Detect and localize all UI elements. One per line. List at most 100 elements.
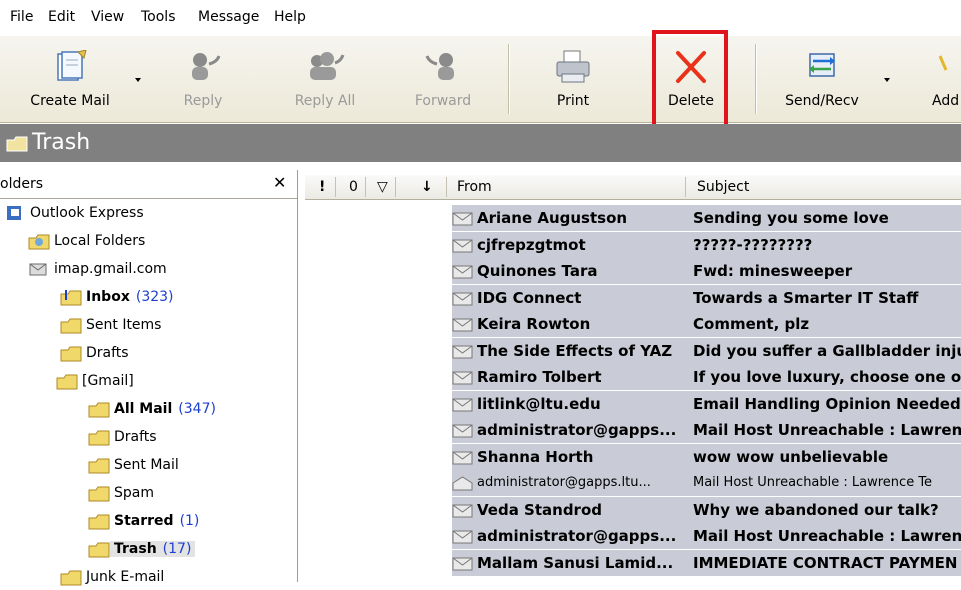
folder-label: Outlook Express <box>30 205 144 221</box>
column-divider[interactable] <box>365 177 366 197</box>
message-from: litlink@ltu.edu <box>477 394 601 413</box>
folder-label: Inbox (323) <box>86 289 174 305</box>
message-subject: Email Handling Opinion Needed <box>693 394 961 413</box>
reply-icon <box>192 53 221 80</box>
reply-label: Reply <box>183 93 223 109</box>
message-list: ! 0 ▽ ↓ From Subject Ariane Augustson Sen… <box>305 170 961 582</box>
menu-view[interactable]: View <box>91 9 124 25</box>
menu-edit[interactable]: Edit <box>48 9 75 25</box>
folder-label: Junk E-mail <box>86 569 165 585</box>
reply-button[interactable]: Reply <box>168 36 238 122</box>
toolbar-separator <box>508 44 510 114</box>
menu-help[interactable]: Help <box>274 9 306 25</box>
unread-envelope-icon <box>452 345 473 358</box>
message-from: Quinones Tara <box>477 262 598 280</box>
message-from: Keira Rowton <box>477 315 591 333</box>
unread-envelope-icon <box>452 265 473 279</box>
send-receive-dropdown-icon[interactable] <box>884 78 890 82</box>
sort-column[interactable]: ↓ <box>421 179 433 195</box>
unread-envelope-icon <box>452 424 473 438</box>
trash-folder-icon <box>6 136 28 152</box>
column-divider[interactable] <box>395 177 396 197</box>
message-subject: Mail Host Unreachable : Lawrence Te <box>693 475 933 490</box>
message-row[interactable]: The Side Effects of YAZ Did you suffer a … <box>452 337 961 364</box>
message-subject: Mail Host Unreachable : Lawren <box>693 527 961 545</box>
read-envelope-icon <box>452 476 473 491</box>
menu-message[interactable]: Message <box>198 9 259 25</box>
menu-tools[interactable]: Tools <box>141 9 176 25</box>
outlook-express-icon <box>7 206 21 220</box>
local-folders-icon <box>28 234 50 250</box>
page-title: Trash <box>32 130 91 155</box>
message-from: Veda Standrod <box>477 500 602 519</box>
folder-icon <box>60 318 82 334</box>
message-row[interactable]: Veda Standrod Why we abandoned our talk? <box>452 496 961 523</box>
message-subject: Comment, plz <box>693 315 810 333</box>
folder-label: Local Folders <box>54 233 146 249</box>
unread-envelope-icon <box>452 212 473 226</box>
folder-label: Starred (1) <box>114 513 200 529</box>
send-receive-button[interactable]: Send/Recv <box>776 36 868 122</box>
menu-bar: File Edit View Tools Message Help <box>0 0 961 36</box>
folder-label: Trash (17) <box>110 541 196 557</box>
flag-column[interactable]: ▽ <box>377 179 388 195</box>
close-icon[interactable]: ✕ <box>273 173 286 192</box>
unread-envelope-icon <box>452 504 473 517</box>
message-row[interactable]: administrator@gapps... Mail Host Unreacha… <box>452 523 961 549</box>
printer-icon <box>556 50 590 83</box>
folder-label: Drafts <box>114 429 157 445</box>
message-row[interactable]: administrator@gapps... Mail Host Unreacha… <box>452 417 961 443</box>
priority-column[interactable]: ! <box>319 179 325 195</box>
print-button[interactable]: Print <box>540 36 606 122</box>
message-from: administrator@gapps... <box>477 421 677 439</box>
message-subject: Why we abandoned our talk? <box>693 500 939 519</box>
folder-icon <box>88 514 110 530</box>
folder-icon <box>60 570 82 586</box>
folder-label: All Mail (347) <box>114 401 216 417</box>
message-row[interactable]: Mallam Sanusi Lamid... IMMEDIATE CONTRACT… <box>452 549 961 576</box>
message-subject: If you love luxury, choose one o <box>693 368 961 386</box>
message-row[interactable]: Keira Rowton Comment, plz <box>452 311 961 337</box>
subject-column-header[interactable]: Subject <box>697 179 749 195</box>
message-row[interactable]: litlink@ltu.edu Email Handling Opinion Ne… <box>452 390 961 417</box>
folder-label: Spam <box>114 485 154 501</box>
addresses-button[interactable]: Add <box>928 36 961 122</box>
column-divider[interactable] <box>685 177 686 197</box>
unread-envelope-icon <box>452 398 473 411</box>
from-column-header[interactable]: From <box>457 179 492 195</box>
create-mail-icon <box>57 50 87 81</box>
folders-pane: olders ✕ Outlook Express Local Folders i… <box>0 170 298 586</box>
folder-label: Sent Items <box>86 317 162 333</box>
message-row[interactable]: administrator@gapps.ltu... Mail Host Unre… <box>452 470 961 496</box>
message-row[interactable]: Shanna Horth wow wow unbelievable <box>452 443 961 470</box>
column-divider[interactable] <box>446 177 447 197</box>
column-header: ! 0 ▽ ↓ From Subject <box>305 175 961 200</box>
message-row[interactable]: Ariane Augustson Sending you some love <box>452 205 961 231</box>
toolbar: Create Mail Reply Reply All Forward Prin… <box>0 36 961 123</box>
delete-highlight-box <box>652 30 728 133</box>
send-receive-icon <box>809 53 835 77</box>
message-from: cjfrepzgtmot <box>477 235 586 254</box>
message-subject: Fwd: minesweeper <box>693 262 853 280</box>
message-from: Ariane Augustson <box>477 209 628 227</box>
column-divider[interactable] <box>335 177 336 197</box>
message-row[interactable]: cjfrepzgtmot ?????-???????? <box>452 231 961 258</box>
unread-envelope-icon <box>452 557 473 570</box>
reply-all-icon <box>310 52 345 80</box>
message-row[interactable]: Ramiro Tolbert If you love luxury, choose… <box>452 364 961 390</box>
message-subject: IMMEDIATE CONTRACT PAYMEN <box>693 553 958 572</box>
menu-file[interactable]: File <box>10 9 33 25</box>
reply-all-button[interactable]: Reply All <box>285 36 365 122</box>
folder-icon <box>88 402 110 418</box>
folder-icon <box>88 486 110 502</box>
unread-envelope-icon <box>452 292 473 305</box>
folders-header: olders ✕ <box>0 170 297 199</box>
message-row[interactable]: Quinones Tara Fwd: minesweeper <box>452 258 961 284</box>
create-mail-button[interactable]: Create Mail <box>16 36 124 122</box>
message-subject: ?????-???????? <box>693 235 813 254</box>
folders-header-label: olders <box>0 176 44 192</box>
forward-button[interactable]: Forward <box>404 36 482 122</box>
message-row[interactable]: IDG Connect Towards a Smarter IT Staff <box>452 284 961 311</box>
create-mail-dropdown-icon[interactable] <box>135 78 141 82</box>
attachment-column[interactable]: 0 <box>349 179 358 195</box>
